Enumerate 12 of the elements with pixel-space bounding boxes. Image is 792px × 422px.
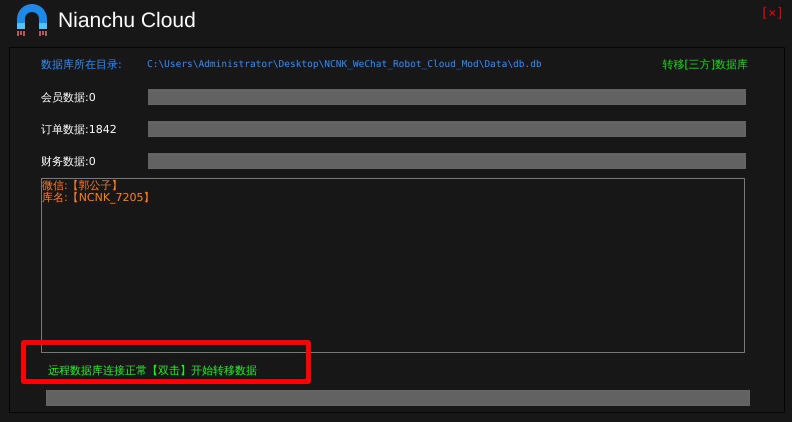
stat-label: 订单数据:1842 <box>41 122 118 136</box>
log-line: 微信:【郭公子】 <box>42 180 124 192</box>
status-message[interactable]: 远程数据库连接正常【双击】开始转移数据 <box>48 362 257 378</box>
transfer-link[interactable]: 转移[三方]数据库 <box>662 56 748 72</box>
magnet-logo-icon <box>15 3 49 37</box>
stat-label: 财务数据:0 <box>41 154 97 168</box>
log-line: 库名:【NCNK_7205】 <box>42 192 156 204</box>
directory-label: 数据库所在目录: <box>41 56 123 72</box>
close-button[interactable]: [×] <box>760 6 784 21</box>
window-title: Nianchu Cloud <box>58 9 196 33</box>
stat-label: 会员数据:0 <box>41 90 97 104</box>
directory-path: C:\Users\Administrator\Desktop\NCNK_WeChat_Robot_Cloud_Mod\Data\db.db <box>147 58 542 70</box>
